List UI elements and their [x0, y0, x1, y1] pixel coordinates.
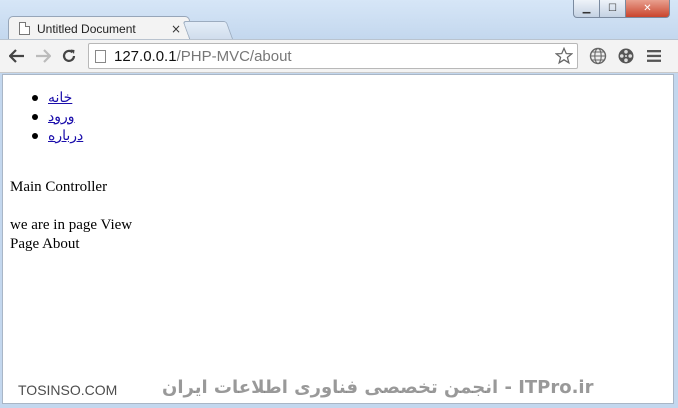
- nav-link-login[interactable]: ورود: [48, 110, 75, 125]
- new-tab-button[interactable]: [182, 21, 234, 40]
- bookmark-star-icon[interactable]: [555, 47, 573, 65]
- page-about-text: Page About: [10, 236, 80, 252]
- tab-title: Untitled Document: [37, 21, 136, 36]
- tab-close-icon[interactable]: ×: [169, 22, 183, 36]
- list-item: خانه: [11, 89, 83, 108]
- globe-icon: [589, 47, 607, 65]
- url-host: 127.0.0.1: [114, 47, 177, 65]
- page-icon: [95, 49, 106, 63]
- page-content: خانه ورود درباره Main Controller we are …: [2, 74, 674, 404]
- reload-button[interactable]: [58, 45, 80, 67]
- nav-list: خانه ورود درباره: [11, 89, 83, 146]
- watermark-left: TOSINSO.COM: [18, 382, 118, 398]
- view-text: we are in page View: [10, 217, 133, 233]
- forward-arrow-icon: [36, 49, 51, 63]
- url-text: 127.0.0.1/PHP-MVC/about: [114, 48, 555, 65]
- back-button[interactable]: [6, 45, 28, 67]
- address-bar[interactable]: 127.0.0.1/PHP-MVC/about: [88, 43, 578, 69]
- hamburger-menu-icon: [647, 50, 661, 62]
- film-reel-icon: [618, 48, 634, 64]
- translate-extension-button[interactable]: [584, 44, 612, 68]
- tab-untitled-document[interactable]: Untitled Document ×: [8, 16, 190, 40]
- back-arrow-icon: [9, 49, 24, 63]
- nav-link-about[interactable]: درباره: [48, 129, 83, 144]
- forward-button[interactable]: [32, 45, 54, 67]
- close-window-button[interactable]: ✕: [626, 0, 670, 18]
- title-bar: Untitled Document × ▁ ☐ ✕: [0, 0, 678, 40]
- browser-window: Untitled Document × ▁ ☐ ✕ 127.0.0.1/PHP-…: [0, 0, 678, 408]
- watermark: TOSINSO.COM ITPro.ir - انجمن تخصصی فناور…: [0, 374, 678, 408]
- nav-link-home[interactable]: خانه: [48, 91, 72, 106]
- minimize-button[interactable]: ▁: [573, 0, 600, 18]
- list-item: ورود: [11, 108, 83, 127]
- list-item: درباره: [11, 127, 83, 146]
- watermark-right: ITPro.ir - انجمن تخصصی فناوری اطلاعات ای…: [162, 377, 594, 398]
- controller-text: Main Controller: [10, 179, 108, 195]
- browser-toolbar: 127.0.0.1/PHP-MVC/about: [0, 39, 678, 73]
- maximize-button[interactable]: ☐: [600, 0, 626, 18]
- url-path: /PHP-MVC/about: [176, 47, 292, 65]
- document-icon: [19, 22, 30, 35]
- media-extension-button[interactable]: [612, 44, 640, 68]
- reload-icon: [62, 49, 76, 62]
- window-controls: ▁ ☐ ✕: [573, 0, 670, 18]
- menu-button[interactable]: [640, 44, 668, 68]
